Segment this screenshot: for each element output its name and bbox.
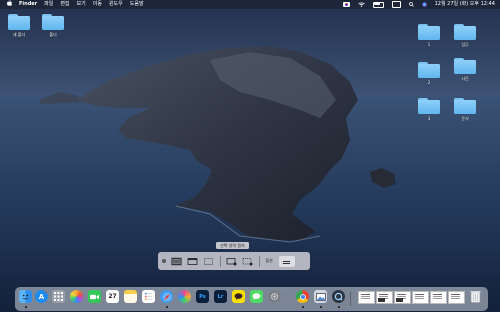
desktop-folder-label: 3 [427, 116, 431, 121]
menu-help[interactable]: 도움말 [130, 0, 144, 9]
capture-button[interactable] [278, 255, 295, 267]
desktop-folder-label: 폴더 [49, 32, 57, 37]
menu-bar: Finder 파일 편집 보기 이동 윈도우 도움말 12월 27일 (화) 오… [0, 0, 500, 9]
photoshop-icon[interactable]: Ps [196, 290, 209, 303]
capture-selection-button[interactable] [203, 257, 214, 266]
selection-icon [204, 257, 213, 265]
recent-document-1[interactable] [358, 291, 375, 304]
capture-icon [283, 260, 291, 262]
recent-document-3[interactable] [394, 291, 411, 304]
siri-icon[interactable] [421, 2, 427, 7]
desktop-folder-label: 새 폴더 [12, 32, 26, 37]
menu-finder[interactable]: Finder [19, 0, 37, 9]
notification-badge: 1 [45, 290, 48, 293]
toolbar-divider [220, 255, 221, 267]
capture-window-button[interactable] [187, 257, 198, 266]
launchpad-icon[interactable] [52, 290, 65, 303]
window-icon [187, 257, 198, 265]
desktop-folder-label: 문서 [461, 116, 469, 121]
desktop-folder-5[interactable]: 2 [414, 62, 444, 85]
facetime-icon[interactable] [88, 290, 101, 303]
recent-document-4[interactable] [412, 291, 429, 304]
record-selection-icon [242, 257, 253, 265]
menu-window[interactable]: 윈도우 [109, 0, 123, 9]
reminders-icon[interactable] [142, 290, 155, 303]
desktop-folder-2[interactable]: 폴더 [38, 14, 68, 38]
control-center-icon[interactable] [391, 1, 401, 8]
running-indicator [166, 306, 168, 308]
dock-divider [350, 291, 351, 306]
desktop-folder-6[interactable]: 사진 [450, 58, 480, 82]
menu-go[interactable]: 이동 [93, 0, 102, 9]
options-button[interactable]: 옵션 [265, 258, 272, 264]
input-source-flag-icon[interactable] [342, 2, 350, 7]
menu-view[interactable]: 보기 [77, 0, 86, 9]
trash-icon[interactable] [469, 290, 482, 303]
colorful-app-icon[interactable] [178, 290, 191, 303]
desktop-folder-label: 사진 [461, 76, 469, 81]
kakaotalk-icon[interactable] [232, 290, 245, 303]
desktop-folder-label: 업무 [461, 42, 469, 47]
capture-entire-screen-button[interactable] [171, 256, 182, 266]
app-store-icon[interactable]: A 1 [35, 290, 48, 303]
record-screen-icon [226, 257, 237, 265]
screenshot-toolbar: 옵션 [158, 252, 310, 270]
folder-icon [42, 14, 64, 30]
preview-icon[interactable] [314, 290, 327, 303]
calendar-icon[interactable]: 27 [106, 290, 119, 303]
folder-icon [418, 98, 440, 114]
desktop-folder-8[interactable]: 문서 [450, 98, 480, 122]
folder-icon [418, 24, 440, 40]
recent-document-2[interactable] [376, 291, 393, 304]
desktop-folder-7[interactable]: 3 [414, 98, 444, 121]
recent-document-6[interactable] [448, 291, 465, 304]
menu-edit[interactable]: 편집 [60, 0, 69, 9]
menu-file[interactable]: 파일 [44, 0, 53, 9]
folder-icon [418, 62, 440, 78]
folder-icon [454, 98, 476, 114]
toolbar-divider [258, 255, 260, 267]
close-icon[interactable] [162, 259, 166, 263]
capture-tooltip: 선택 영역 캡처 [216, 242, 249, 249]
apple-icon[interactable] [6, 0, 12, 10]
desktop-folder-3[interactable]: 1 [414, 24, 444, 47]
menu-clock[interactable]: 12월 27일 (화) 오후 12:44 [435, 0, 495, 9]
safari-icon[interactable] [160, 290, 173, 303]
gear-icon[interactable] [268, 290, 281, 303]
desktop-folder-1[interactable]: 새 폴더 [4, 14, 34, 38]
recent-document-5[interactable] [430, 291, 447, 304]
notes-icon[interactable] [124, 290, 137, 303]
search-icon[interactable] [408, 2, 414, 7]
desktop-folder-4[interactable]: 업무 [450, 24, 480, 48]
battery-icon[interactable] [372, 1, 384, 8]
running-indicator [302, 306, 304, 308]
desktop-folder-label: 2 [427, 80, 431, 85]
photos-icon[interactable] [70, 290, 83, 303]
folder-icon [454, 58, 476, 74]
messages-icon[interactable] [250, 290, 263, 303]
lightroom-icon[interactable]: Lr [214, 290, 227, 303]
record-selection-button[interactable] [242, 257, 253, 266]
wifi-icon[interactable] [357, 2, 365, 7]
folder-icon [8, 14, 30, 30]
running-indicator [25, 306, 27, 308]
quicktime-icon[interactable] [332, 290, 345, 303]
running-indicator [338, 306, 340, 308]
chrome-icon[interactable] [296, 290, 309, 303]
running-indicator [320, 306, 322, 308]
dock: A 1 27 Ps Lr [15, 287, 488, 311]
folder-icon [454, 24, 476, 40]
record-entire-screen-button[interactable] [226, 257, 237, 266]
desktop-folder-label: 1 [427, 42, 431, 47]
finder-icon[interactable] [19, 290, 32, 303]
entire-screen-icon [171, 257, 182, 265]
